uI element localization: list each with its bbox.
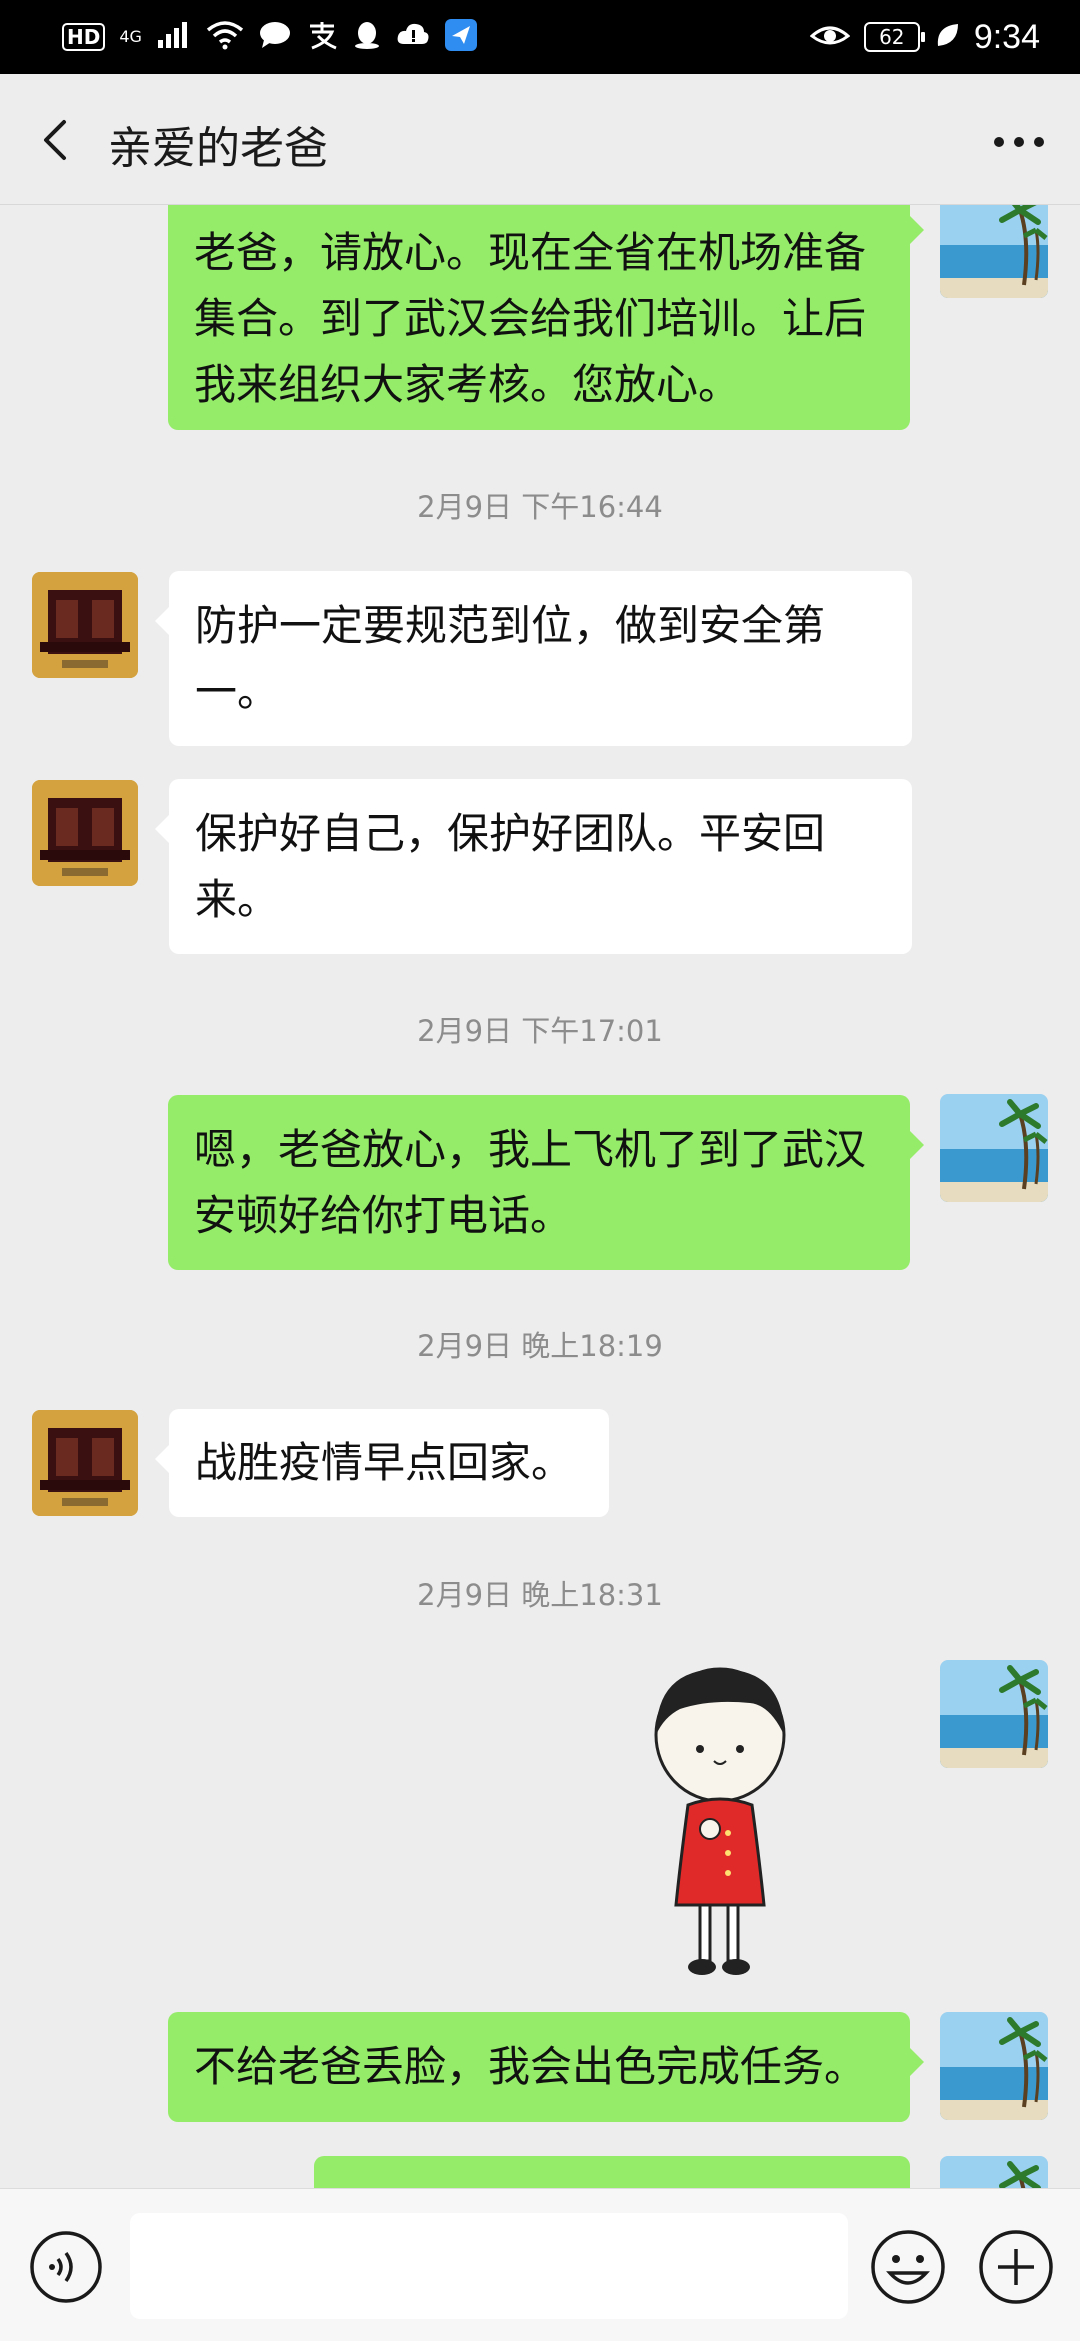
message-input[interactable] — [130, 2213, 848, 2319]
beach-avatar-icon — [940, 2156, 1048, 2188]
qq-icon — [352, 20, 382, 54]
eye-comfort-icon — [809, 20, 851, 54]
plus-icon — [979, 2230, 1053, 2304]
my-avatar[interactable] — [940, 2012, 1048, 2120]
timestamp: 2月9日 下午17:01 — [417, 1014, 663, 1048]
app-notification-icon — [444, 18, 478, 56]
dad-avatar-icon — [32, 780, 138, 886]
dad-avatar[interactable] — [32, 780, 138, 886]
message-bubble-incoming[interactable]: 防护一定要规范到位，做到安全第一。 — [155, 571, 912, 746]
timestamp: 2月9日 晚上18:31 — [417, 1578, 663, 1612]
status-icons-right: 62 9:34 — [809, 14, 1040, 60]
emoji-button[interactable] — [868, 2227, 948, 2307]
sticker-message[interactable] — [640, 1665, 800, 1980]
status-icons-left: HD 4G — [62, 14, 478, 60]
hd-badge: HD — [62, 23, 106, 51]
cloud-alert-icon — [396, 20, 430, 54]
more-functions-button[interactable] — [976, 2227, 1056, 2307]
leaf-icon — [934, 20, 960, 54]
cartoon-girl-sticker-icon — [654, 1667, 786, 1975]
battery-indicator: 62 — [863, 22, 925, 52]
dad-avatar-icon — [32, 572, 138, 678]
message-bubble-incoming[interactable]: 战胜疫情早点回家。 — [155, 1409, 609, 1517]
chat-title: 亲爱的老爸 — [108, 123, 328, 174]
wifi-icon — [206, 20, 244, 54]
timestamp: 2月9日 下午16:44 — [417, 490, 663, 524]
status-bar: HD 4G 62 9:34 — [0, 0, 1080, 74]
beach-avatar-icon — [940, 2012, 1048, 2120]
message-bubble-incoming[interactable]: 保护好自己，保护好团队。平安回来。 — [155, 779, 912, 954]
dad-avatar[interactable] — [32, 1410, 138, 1516]
beach-avatar-icon — [940, 1094, 1048, 1202]
my-avatar[interactable] — [940, 2156, 1048, 2188]
more-button[interactable] — [984, 110, 1054, 170]
back-button[interactable] — [28, 110, 88, 170]
alipay-icon — [306, 20, 338, 54]
chat-header: 亲爱的老爸 — [0, 74, 1080, 205]
beach-avatar-icon — [940, 205, 1048, 298]
more-dots-icon — [994, 137, 1044, 147]
my-avatar[interactable] — [940, 1660, 1048, 1768]
signal-icon — [156, 20, 192, 54]
my-avatar[interactable] — [940, 205, 1048, 298]
input-bar — [0, 2188, 1080, 2341]
chat-scroll-area[interactable]: 老爸，请放心。现在全省在机场准备集合。到了武汉会给我们培训。让后我来组织大家考核… — [0, 205, 1080, 2188]
dad-avatar[interactable] — [32, 572, 138, 678]
emoji-icon — [871, 2230, 945, 2304]
beach-avatar-icon — [940, 1660, 1048, 1768]
message-bubble-outgoing[interactable]: 老爸，请放心。现在全省在机场准备集合。到了武汉会给我们培训。让后我来组织大家考核… — [168, 205, 924, 430]
back-arrow-icon — [44, 120, 66, 160]
message-bubble-outgoing[interactable]: 不给老爸丢脸，我会出色完成任务。 — [168, 2012, 924, 2122]
dad-avatar-icon — [32, 1410, 138, 1516]
message-icon — [258, 20, 292, 54]
voice-icon — [30, 2231, 102, 2303]
network-type: 4G — [119, 27, 142, 46]
message-bubble-outgoing[interactable]: 嗯，老爸放心，我上飞机了到了武汉安顿好给你打电话。 — [168, 1095, 924, 1270]
timestamp: 2月9日 晚上18:19 — [417, 1329, 663, 1363]
my-avatar[interactable] — [940, 1094, 1048, 1202]
message-bubble-outgoing[interactable] — [314, 2156, 910, 2188]
clock: 9:34 — [973, 17, 1040, 56]
voice-input-button[interactable] — [28, 2229, 104, 2305]
